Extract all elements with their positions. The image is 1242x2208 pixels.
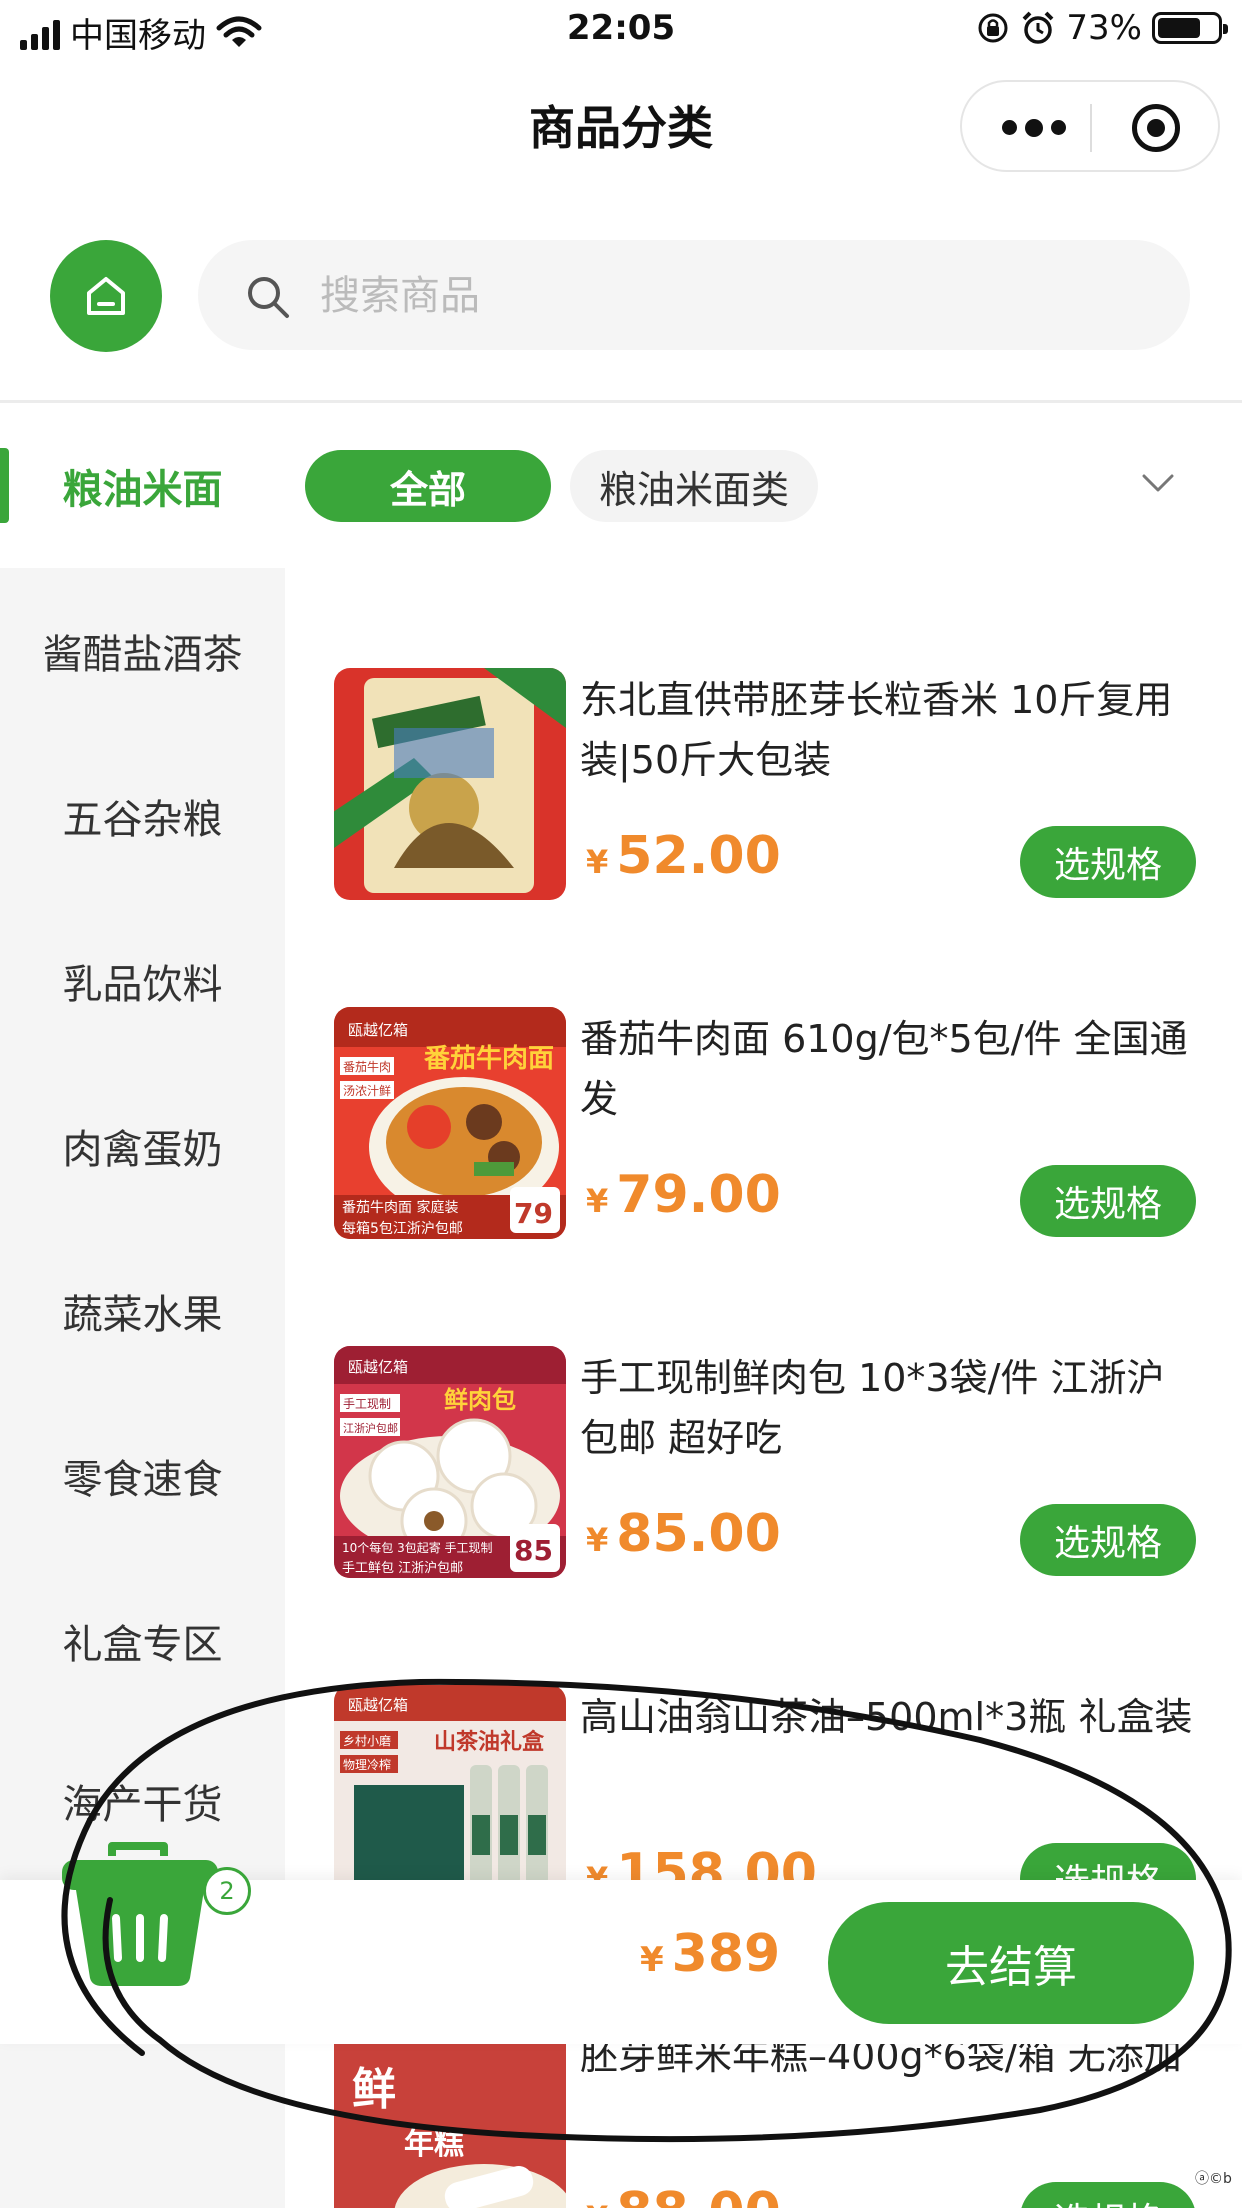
select-spec-button[interactable]: 选规格 [1020, 1165, 1196, 1237]
product-name: 番茄牛肉面 610g/包*5包/件 全国通发 [580, 1017, 1188, 1121]
thumb-tag: 瓯越亿箱 [348, 1696, 408, 1714]
sidebar-item-condiments[interactable]: 酱醋盐酒茶 [0, 568, 285, 733]
lock-rotation-icon [978, 13, 1008, 43]
sidebar-item-grain-oil[interactable]: 粮油米面 [0, 403, 285, 568]
product-price: ¥88.00 [586, 2182, 781, 2208]
select-spec-button[interactable]: 选规格 [1020, 826, 1196, 898]
thumb-price: 85 [514, 1534, 553, 1567]
filter-chip-all[interactable]: 全部 [305, 450, 551, 522]
sidebar-item-label: 五谷杂粮 [62, 796, 223, 843]
product-price: ¥85.00 [586, 1504, 781, 1564]
thumb-tag: 瓯越亿箱 [348, 1021, 408, 1039]
thumb-footer: 每箱5包江浙沪包邮 [342, 1221, 463, 1237]
shopping-basket-icon[interactable] [60, 1838, 220, 1988]
search-bar[interactable] [198, 240, 1190, 350]
thumb-tag: 手工现制 [343, 1397, 391, 1411]
search-icon [248, 277, 289, 318]
product-card[interactable]: 瓯越亿箱 鲜肉包 手工现制 江浙沪包邮 10个每包 3包起寄 手工现制 手工鲜包… [334, 1346, 1196, 1586]
product-name: 东北直供带胚芽长粒香米 10斤复用装|50斤大包装 [580, 678, 1173, 782]
target-icon[interactable] [1132, 104, 1180, 152]
currency-symbol: ¥ [640, 1940, 664, 1980]
sidebar-item-cereals[interactable]: 五谷杂粮 [0, 733, 285, 898]
currency-symbol: ¥ [586, 2199, 608, 2208]
thumb-tag: 物理冷榨 [343, 1757, 391, 1772]
thumb-footer: 10个每包 3包起寄 手工现制 [342, 1540, 493, 1555]
select-spec-button[interactable]: 选规格 [1020, 1504, 1196, 1576]
sidebar-item-label: 蔬菜水果 [62, 1291, 223, 1338]
thumb-headline: 鲜肉包 [444, 1386, 516, 1414]
currency-symbol: ¥ [586, 843, 609, 881]
cart-bar: 2 ¥389 去结算 [0, 1842, 1242, 2044]
search-input[interactable] [320, 266, 1140, 326]
navigation-bar: 商品分类 [0, 62, 1242, 192]
thumb-footer: 番茄牛肉面 家庭装 [342, 1199, 458, 1216]
product-image[interactable] [334, 668, 566, 900]
product-image[interactable]: 瓯越亿箱 番茄牛肉面 番茄牛肉 汤浓汁鲜 番茄牛肉面 家庭装 每箱5包江浙沪包邮… [334, 1007, 566, 1239]
sidebar-item-label: 乳品饮料 [62, 961, 223, 1008]
cart-total-value: 389 [671, 1924, 781, 1984]
product-name: 手工现制鲜肉包 10*3袋/件 江浙沪包邮 超好吃 [580, 1356, 1165, 1460]
cart-total: ¥389 [640, 1924, 780, 1984]
product-card[interactable]: 鲜 年糕 胚芽鲜米年糕–400g*6袋/箱 无添加 ¥88.00 选规格 [334, 2024, 1196, 2208]
sidebar-item-label: 海产干货 [62, 1781, 223, 1828]
sidebar-item-label: 粮油米面 [62, 466, 223, 513]
thumb-tag: 瓯越亿箱 [348, 1358, 408, 1376]
sidebar-item-label: 礼盒专区 [62, 1621, 223, 1668]
thumb-tag: 江浙沪包邮 [343, 1421, 398, 1435]
sidebar-item-dairy-drinks[interactable]: 乳品饮料 [0, 898, 285, 1063]
alarm-icon [1023, 11, 1054, 44]
price-value: 88.00 [616, 2182, 780, 2208]
price-value: 79.00 [616, 1165, 781, 1225]
thumb-price: 79 [514, 1197, 553, 1230]
thumb-headline: 番茄牛肉面 [424, 1044, 554, 1074]
capsule-divider [1090, 104, 1092, 152]
miniprogram-capsule [960, 80, 1220, 172]
filter-chip-category[interactable]: 粮油米面类 [570, 450, 818, 522]
thumb-tag: 汤浓汁鲜 [343, 1084, 391, 1098]
product-card[interactable]: 瓯越亿箱 番茄牛肉面 番茄牛肉 汤浓汁鲜 番茄牛肉面 家庭装 每箱5包江浙沪包邮… [334, 1007, 1196, 1247]
checkout-button[interactable]: 去结算 [828, 1902, 1194, 2024]
product-name: 高山油翁山茶油–500ml*3瓶 礼盒装 [580, 1695, 1193, 1739]
thumb-tag: 乡村小磨 [343, 1734, 391, 1748]
price-value: 52.00 [616, 826, 781, 886]
sidebar-item-meat-eggs[interactable]: 肉禽蛋奶 [0, 1063, 285, 1228]
thumb-headline: 年糕 [404, 2127, 464, 2162]
cart-count-badge: 2 [203, 1867, 251, 1915]
thumb-tag: 番茄牛肉 [343, 1059, 391, 1074]
sidebar-item-label: 肉禽蛋奶 [62, 1126, 223, 1173]
select-spec-button[interactable]: 选规格 [1020, 2182, 1196, 2208]
sidebar-item-gift-boxes[interactable]: 礼盒专区 [0, 1558, 285, 1723]
sidebar-item-label: 零食速食 [62, 1456, 223, 1503]
thumb-headline: 鲜 [352, 2064, 396, 2115]
product-price: ¥79.00 [586, 1165, 781, 1225]
watermark: ⓐ©b [1195, 2171, 1232, 2187]
currency-symbol: ¥ [586, 1182, 609, 1220]
sidebar-item-vegetables-fruits[interactable]: 蔬菜水果 [0, 1228, 285, 1393]
product-image[interactable]: 瓯越亿箱 鲜肉包 手工现制 江浙沪包邮 10个每包 3包起寄 手工现制 手工鲜包… [334, 1346, 566, 1578]
thumb-footer: 手工鲜包 江浙沪包邮 [342, 1560, 463, 1576]
battery-percent: 73% [1066, 8, 1142, 48]
sidebar-item-label: 酱醋盐酒茶 [42, 631, 243, 678]
sidebar-item-snacks[interactable]: 零食速食 [0, 1393, 285, 1558]
more-icon[interactable] [1002, 119, 1066, 137]
price-value: 85.00 [616, 1504, 781, 1564]
status-bar: 中国移动 22:05 73% [0, 0, 1242, 62]
home-button[interactable] [50, 240, 162, 352]
product-card[interactable]: 东北直供带胚芽长粒香米 10斤复用装|50斤大包装 ¥52.00 选规格 [334, 668, 1196, 908]
product-image[interactable]: 鲜 年糕 [334, 2024, 566, 2208]
currency-symbol: ¥ [586, 1521, 609, 1559]
thumb-headline: 山茶油礼盒 [434, 1729, 545, 1755]
home-icon [87, 277, 125, 315]
product-price: ¥52.00 [586, 826, 781, 886]
battery-icon [1152, 12, 1228, 44]
chevron-down-icon[interactable] [1140, 468, 1176, 498]
